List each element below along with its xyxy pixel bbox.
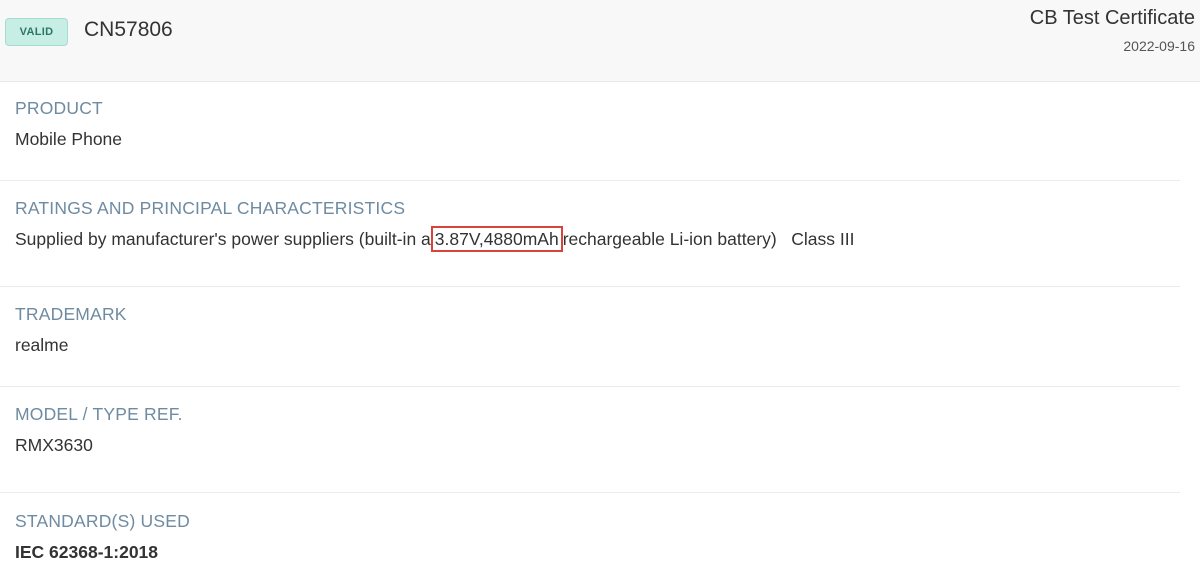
section-label: PRODUCT [15, 98, 103, 118]
section-trademark: TRADEMARK realme [0, 304, 1180, 387]
section-label: STANDARD(S) USED [15, 511, 190, 531]
section-value: RMX3630 [15, 435, 93, 455]
section-value: IEC 62368-1:2018 [15, 542, 159, 562]
ratings-text-before: Supplied by manufacturer's power supplie… [15, 229, 431, 249]
section-standards: STANDARD(S) USED IEC 62368-1:2018 [0, 511, 1180, 572]
section-label: RATINGS AND PRINCIPAL CHARACTERISTICS [15, 198, 406, 218]
certificate-header: VALID CN57806 CB Test Certificate 2022-0… [0, 0, 1200, 82]
section-product: PRODUCT Mobile Phone [0, 98, 1180, 181]
section-model: MODEL / TYPE REF. RMX3630 [0, 404, 1180, 493]
battery-highlight: 3.87V,4880mAh [430, 226, 563, 252]
certificate-date: 2022-09-16 [1123, 38, 1195, 54]
section-label: TRADEMARK [15, 304, 127, 324]
section-ratings: RATINGS AND PRINCIPAL CHARACTERISTICS Su… [0, 198, 1180, 287]
section-value: Mobile Phone [15, 129, 123, 149]
section-value: realme [15, 335, 69, 355]
section-value: Supplied by manufacturer's power supplie… [15, 226, 1180, 252]
status-badge: VALID [5, 18, 68, 46]
certificate-id[interactable]: CN57806 [84, 18, 173, 42]
section-label: MODEL / TYPE REF. [15, 404, 183, 424]
ratings-text-after: rechargeable Li-ion battery) Class III [562, 229, 855, 249]
certificate-type: CB Test Certificate [1029, 7, 1195, 29]
